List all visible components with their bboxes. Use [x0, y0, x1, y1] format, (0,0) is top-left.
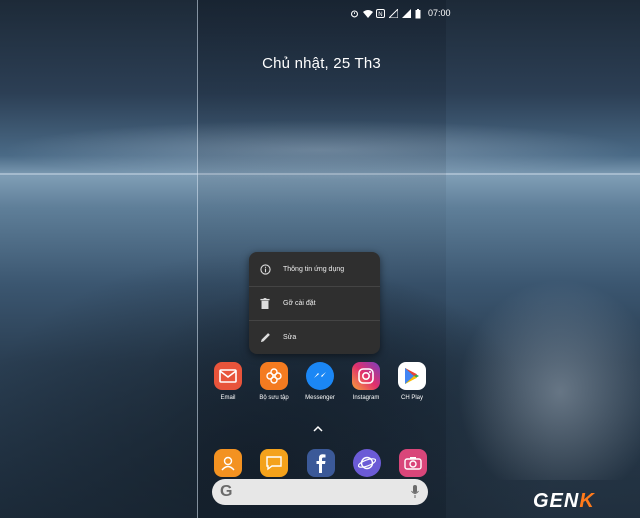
app-gallery[interactable]: Bộ sưu tập: [252, 362, 296, 401]
alarm-icon: [350, 9, 359, 18]
genk-watermark: GENK: [533, 490, 595, 513]
chevron-up-icon[interactable]: [313, 424, 323, 435]
status-bar: N 07:00: [350, 6, 451, 20]
internet-icon[interactable]: [353, 449, 381, 477]
messenger-icon: [306, 362, 334, 390]
menu-item-uninstall[interactable]: Gỡ cài đặt: [249, 287, 380, 320]
play-store-icon: [398, 362, 426, 390]
watermark-accent: K: [579, 490, 595, 512]
app-label: Bộ sưu tập: [259, 395, 289, 401]
messages-icon[interactable]: [260, 449, 288, 477]
status-time: 07:00: [428, 8, 451, 18]
app-label: Email: [220, 395, 236, 401]
wifi-icon: [363, 9, 373, 18]
gallery-icon: [260, 362, 288, 390]
signal-icon-2: [402, 8, 411, 18]
google-logo-icon: G: [220, 483, 233, 500]
trash-icon: [258, 298, 272, 309]
menu-item-edit[interactable]: Sửa: [249, 321, 380, 354]
menu-item-app-info[interactable]: Thông tin ứng dụng: [249, 253, 380, 286]
app-instagram[interactable]: Instagram: [344, 362, 388, 401]
menu-item-label: Sửa: [283, 334, 297, 341]
wallpaper-surf: [440, 260, 640, 480]
app-label: Instagram: [352, 395, 380, 401]
watermark-text: GEN: [533, 490, 580, 512]
app-messenger[interactable]: Messenger: [298, 362, 342, 401]
app-play-store[interactable]: CH Play: [390, 362, 434, 401]
facebook-icon[interactable]: [307, 449, 335, 477]
pencil-icon: [258, 332, 272, 343]
google-search-bar[interactable]: G: [212, 479, 428, 505]
menu-item-label: Thông tin ứng dụng: [283, 266, 345, 273]
nfc-icon: N: [376, 8, 385, 18]
phone-screen-edge: [197, 0, 198, 518]
app-label: Messenger: [305, 395, 335, 401]
instagram-icon: [352, 362, 380, 390]
mic-icon[interactable]: [411, 485, 419, 504]
info-icon: [258, 264, 272, 275]
menu-item-label: Gỡ cài đặt: [283, 300, 316, 307]
signal-icon: [387, 7, 399, 18]
app-email[interactable]: Email: [206, 362, 250, 401]
home-date: Chủ nhật, 25 Th3: [262, 55, 381, 72]
svg-text:N: N: [378, 12, 382, 18]
camera-icon[interactable]: [399, 449, 427, 477]
contacts-icon[interactable]: [214, 449, 242, 477]
app-context-menu: Thông tin ứng dụng Gỡ cài đặt Sửa: [249, 252, 380, 354]
app-label: CH Play: [400, 395, 423, 401]
battery-icon: [415, 8, 424, 18]
email-icon: [214, 362, 242, 390]
